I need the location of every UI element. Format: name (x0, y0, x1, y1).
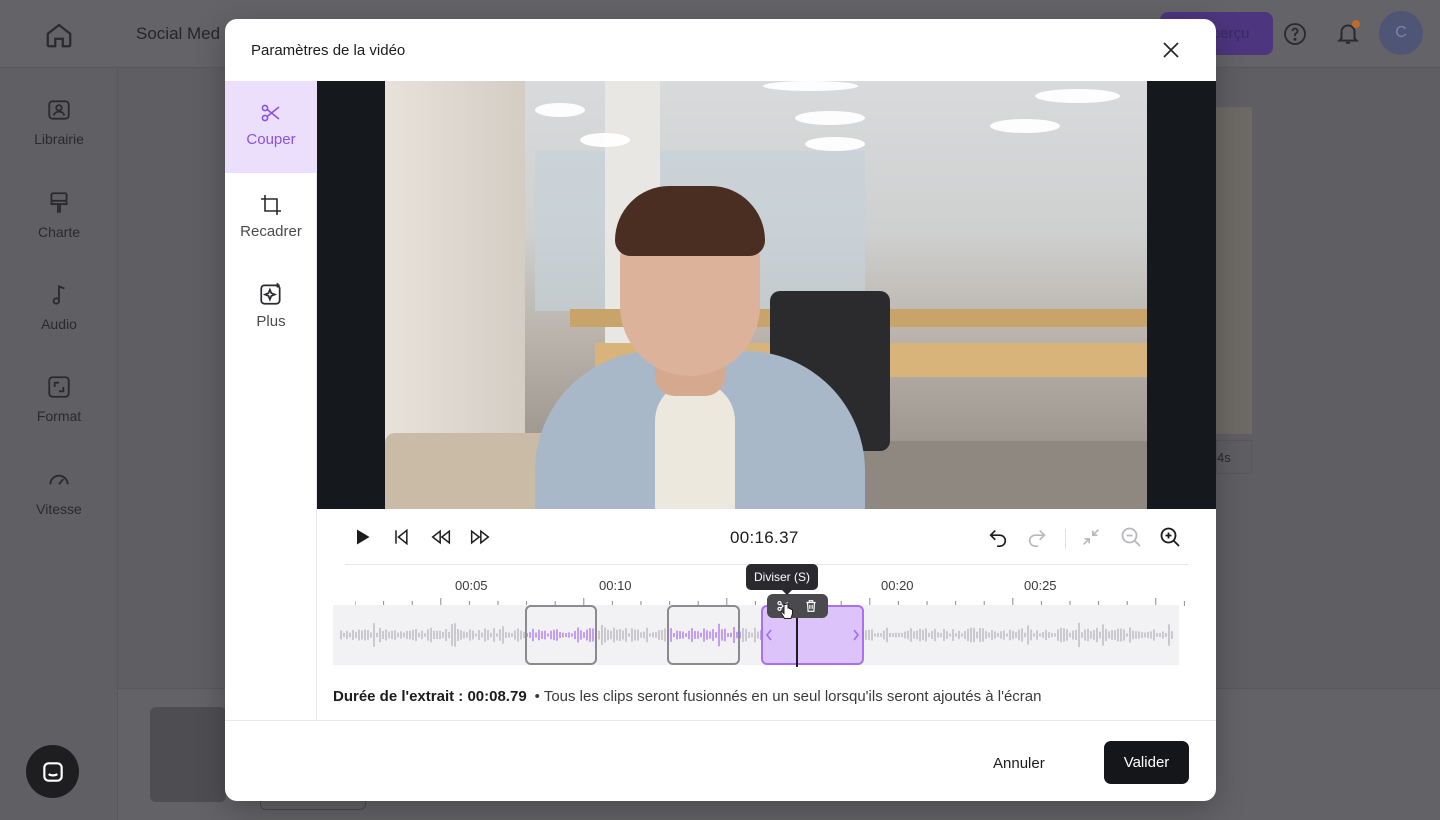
ceiling-light (535, 103, 585, 117)
sidebar-item-librairie[interactable]: Librairie (0, 97, 118, 147)
clip-toolbar (767, 594, 828, 618)
chevron-left-icon[interactable] (765, 629, 773, 641)
sidebar-item-label: Librairie (34, 131, 84, 147)
sidebar-item-charte[interactable]: Charte (0, 190, 118, 240)
format-icon (48, 376, 70, 398)
side-card-text: 4s (1217, 450, 1231, 465)
tool-panel: Couper Recadrer Plus (225, 81, 317, 720)
close-icon[interactable] (1159, 38, 1183, 62)
clip-segment[interactable] (667, 605, 740, 665)
chevron-right-icon[interactable] (852, 629, 860, 641)
split-tooltip: Diviser (S) (746, 564, 818, 595)
clip-duration-summary: Durée de l'extrait : 00:08.79 • Tous les … (333, 688, 1042, 705)
tool-label: Couper (246, 131, 296, 148)
ceiling-light (805, 137, 865, 151)
hand-cursor-icon (780, 603, 793, 619)
side-preview-card (1216, 107, 1252, 434)
music-note-icon (52, 284, 65, 305)
help-icon[interactable] (1283, 22, 1307, 46)
redo-icon[interactable] (1026, 526, 1048, 548)
app-title: Social Med (136, 24, 221, 43)
modal-footer: Annuler Valider (225, 720, 1216, 801)
player-controls: 00:16.37 (317, 509, 1216, 559)
side-card-label: 4s (1216, 440, 1252, 474)
app-sidebar (0, 69, 118, 820)
person-tshirt (655, 381, 735, 509)
tool-plus[interactable]: Plus (225, 265, 317, 357)
current-timecode: 00:16.37 (730, 528, 799, 547)
ceiling-light (763, 81, 858, 91)
notification-dot (1352, 20, 1360, 28)
scissors-icon (261, 104, 280, 122)
library-icon (48, 100, 70, 120)
tool-label: Recadrer (240, 223, 302, 240)
rewind-icon[interactable] (429, 527, 453, 547)
skip-start-icon[interactable] (391, 527, 411, 547)
sidebar-item-label: Vitesse (36, 501, 82, 517)
sidebar-item-label: Format (36, 408, 82, 424)
ceiling-light (990, 119, 1060, 133)
fast-forward-icon[interactable] (468, 527, 492, 547)
avatar[interactable]: C (1379, 11, 1423, 55)
sidebar-item-format[interactable]: Format (0, 374, 118, 424)
modal-title: Paramètres de la vidéo (251, 42, 406, 59)
home-icon[interactable] (44, 20, 74, 50)
sparkle-icon (260, 283, 281, 305)
validate-button[interactable]: Valider (1104, 741, 1189, 784)
collapse-icon[interactable] (1080, 526, 1102, 548)
time-tick-label: 00:10 (599, 578, 632, 593)
brush-icon (50, 192, 68, 213)
time-tick-label: 00:25 (1024, 578, 1057, 593)
tool-couper[interactable]: Couper (225, 81, 317, 173)
ceiling-light (580, 133, 630, 147)
cancel-button[interactable]: Annuler (993, 755, 1045, 772)
chat-icon (43, 762, 63, 782)
play-icon[interactable] (352, 527, 372, 547)
trash-icon[interactable] (804, 599, 818, 613)
bottom-thumbnail[interactable] (150, 707, 226, 802)
zoom-out-icon[interactable] (1119, 525, 1143, 549)
modal-header: Paramètres de la vidéo (225, 19, 1216, 81)
tool-label: Plus (256, 313, 286, 330)
time-tick-label: 00:05 (455, 578, 488, 593)
undo-icon[interactable] (987, 526, 1009, 548)
zoom-in-icon[interactable] (1158, 525, 1182, 549)
speedometer-icon (49, 474, 69, 485)
sidebar-item-audio[interactable]: Audio (0, 282, 118, 332)
clip-segment[interactable] (525, 605, 597, 665)
ceiling-light (1035, 89, 1120, 103)
merge-note: • Tous les clips seront fusionnés en un … (534, 688, 1042, 705)
controls-divider (1065, 529, 1066, 549)
video-frame (385, 81, 1147, 509)
time-tick-label: 00:20 (881, 578, 914, 593)
audio-track[interactable] (333, 605, 1179, 665)
person-hair (615, 186, 765, 256)
sidebar-item-label: Audio (41, 316, 77, 332)
clip-duration: Durée de l'extrait : 00:08.79 (333, 688, 527, 705)
sidebar-item-label: Charte (37, 224, 81, 240)
video-settings-modal: Paramètres de la vidéo Couper Recadrer P… (225, 19, 1216, 801)
sidebar-item-vitesse[interactable]: Vitesse (0, 467, 118, 517)
ceiling-light (795, 111, 865, 125)
chat-launcher[interactable] (26, 745, 79, 798)
tool-recadrer[interactable]: Recadrer (225, 173, 317, 265)
waveform (340, 622, 1173, 648)
video-preview[interactable] (317, 81, 1216, 509)
crop-icon (261, 195, 281, 215)
